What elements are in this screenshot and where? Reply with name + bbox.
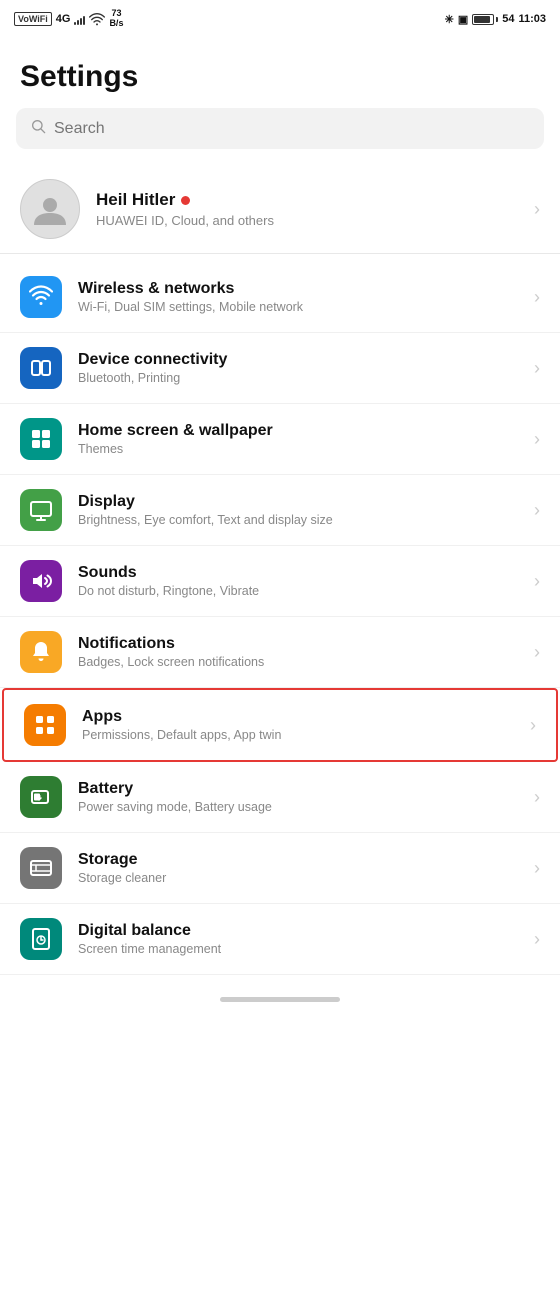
profile-name: Heil Hitler [96, 190, 175, 210]
settings-item-battery[interactable]: Battery Power saving mode, Battery usage… [0, 762, 560, 833]
page-title: Settings [0, 36, 560, 108]
apps-sub: Permissions, Default apps, App twin [82, 728, 514, 742]
settings-item-apps[interactable]: Apps Permissions, Default apps, App twin… [2, 688, 558, 762]
digital-balance-title: Digital balance [78, 922, 518, 940]
sounds-sub: Do not disturb, Ringtone, Vibrate [78, 584, 518, 598]
settings-item-device-connectivity[interactable]: Device connectivity Bluetooth, Printing … [0, 333, 560, 404]
home-screen-title: Home screen & wallpaper [78, 422, 518, 440]
storage-icon-box [20, 847, 62, 889]
apps-text: Apps Permissions, Default apps, App twin [82, 708, 514, 742]
device-connectivity-title: Device connectivity [78, 351, 518, 369]
settings-item-home-screen[interactable]: Home screen & wallpaper Themes › [0, 404, 560, 475]
profile-chevron-icon: › [534, 199, 540, 220]
settings-item-digital-balance[interactable]: Digital balance Screen time management › [0, 904, 560, 975]
wireless-text: Wireless & networks Wi-Fi, Dual SIM sett… [78, 280, 518, 314]
home-indicator [0, 983, 560, 1012]
device-connectivity-text: Device connectivity Bluetooth, Printing [78, 351, 518, 385]
avatar [20, 179, 80, 239]
apps-chevron-icon: › [530, 715, 536, 736]
home-screen-chevron-icon: › [534, 429, 540, 450]
battery-chevron-icon: › [534, 787, 540, 808]
status-left: VoWiFi 4G 73B/s [14, 9, 123, 29]
clock: 11:03 [518, 13, 546, 25]
home-screen-text: Home screen & wallpaper Themes [78, 422, 518, 456]
storage-text: Storage Storage cleaner [78, 851, 518, 885]
digital-balance-icon-box [20, 918, 62, 960]
vowifi-indicator: VoWiFi [14, 12, 52, 26]
battery-percentage: 54 [502, 13, 514, 25]
digital-balance-text: Digital balance Screen time management [78, 922, 518, 956]
device-connectivity-chevron-icon: › [534, 358, 540, 379]
display-icon-box [20, 489, 62, 531]
profile-subtitle: HUAWEI ID, Cloud, and others [96, 213, 518, 228]
home-screen-icon-box [20, 418, 62, 460]
home-screen-sub: Themes [78, 442, 518, 456]
online-dot [181, 196, 190, 205]
settings-item-sounds[interactable]: Sounds Do not disturb, Ringtone, Vibrate… [0, 546, 560, 617]
bluetooth-icon: ✳ [445, 13, 454, 26]
notifications-sub: Badges, Lock screen notifications [78, 655, 518, 669]
sounds-text: Sounds Do not disturb, Ringtone, Vibrate [78, 564, 518, 598]
profile-section[interactable]: Heil Hitler HUAWEI ID, Cloud, and others… [0, 165, 560, 254]
sounds-chevron-icon: › [534, 571, 540, 592]
profile-info: Heil Hitler HUAWEI ID, Cloud, and others [96, 190, 518, 228]
storage-title: Storage [78, 851, 518, 869]
notifications-title: Notifications [78, 635, 518, 653]
network-speed: 73B/s [109, 9, 123, 29]
display-text: Display Brightness, Eye comfort, Text an… [78, 493, 518, 527]
wireless-sub: Wi-Fi, Dual SIM settings, Mobile network [78, 300, 518, 314]
search-bar[interactable] [16, 108, 544, 149]
display-sub: Brightness, Eye comfort, Text and displa… [78, 513, 518, 527]
digital-balance-sub: Screen time management [78, 942, 518, 956]
notifications-icon-box [20, 631, 62, 673]
status-bar: VoWiFi 4G 73B/s ✳ ▣ 54 11:03 [0, 0, 560, 36]
settings-list: Wireless & networks Wi-Fi, Dual SIM sett… [0, 262, 560, 975]
storage-chevron-icon: › [534, 858, 540, 879]
battery-title: Battery [78, 780, 518, 798]
search-input[interactable] [54, 120, 530, 138]
sounds-title: Sounds [78, 564, 518, 582]
notifications-chevron-icon: › [534, 642, 540, 663]
settings-item-wireless[interactable]: Wireless & networks Wi-Fi, Dual SIM sett… [0, 262, 560, 333]
digital-balance-chevron-icon: › [534, 929, 540, 950]
settings-item-display[interactable]: Display Brightness, Eye comfort, Text an… [0, 475, 560, 546]
apps-icon-box [24, 704, 66, 746]
wireless-chevron-icon: › [534, 287, 540, 308]
battery-icon-box [20, 776, 62, 818]
settings-item-storage[interactable]: Storage Storage cleaner › [0, 833, 560, 904]
device-connectivity-icon-box [20, 347, 62, 389]
display-title: Display [78, 493, 518, 511]
display-chevron-icon: › [534, 500, 540, 521]
notifications-text: Notifications Badges, Lock screen notifi… [78, 635, 518, 669]
wifi-icon [89, 12, 105, 26]
wireless-title: Wireless & networks [78, 280, 518, 298]
search-icon [30, 118, 46, 139]
home-bar [220, 997, 340, 1002]
signal-4g: 4G [56, 13, 71, 25]
signal-strength [74, 13, 85, 25]
battery-text: Battery Power saving mode, Battery usage [78, 780, 518, 814]
wireless-icon-box [20, 276, 62, 318]
device-connectivity-sub: Bluetooth, Printing [78, 371, 518, 385]
battery-indicator [472, 14, 498, 25]
sounds-icon-box [20, 560, 62, 602]
settings-item-notifications[interactable]: Notifications Badges, Lock screen notifi… [0, 617, 560, 688]
battery-sub: Power saving mode, Battery usage [78, 800, 518, 814]
status-right: ✳ ▣ 54 11:03 [445, 13, 546, 26]
apps-title: Apps [82, 708, 514, 726]
screen-cast-icon: ▣ [458, 13, 468, 26]
storage-sub: Storage cleaner [78, 871, 518, 885]
